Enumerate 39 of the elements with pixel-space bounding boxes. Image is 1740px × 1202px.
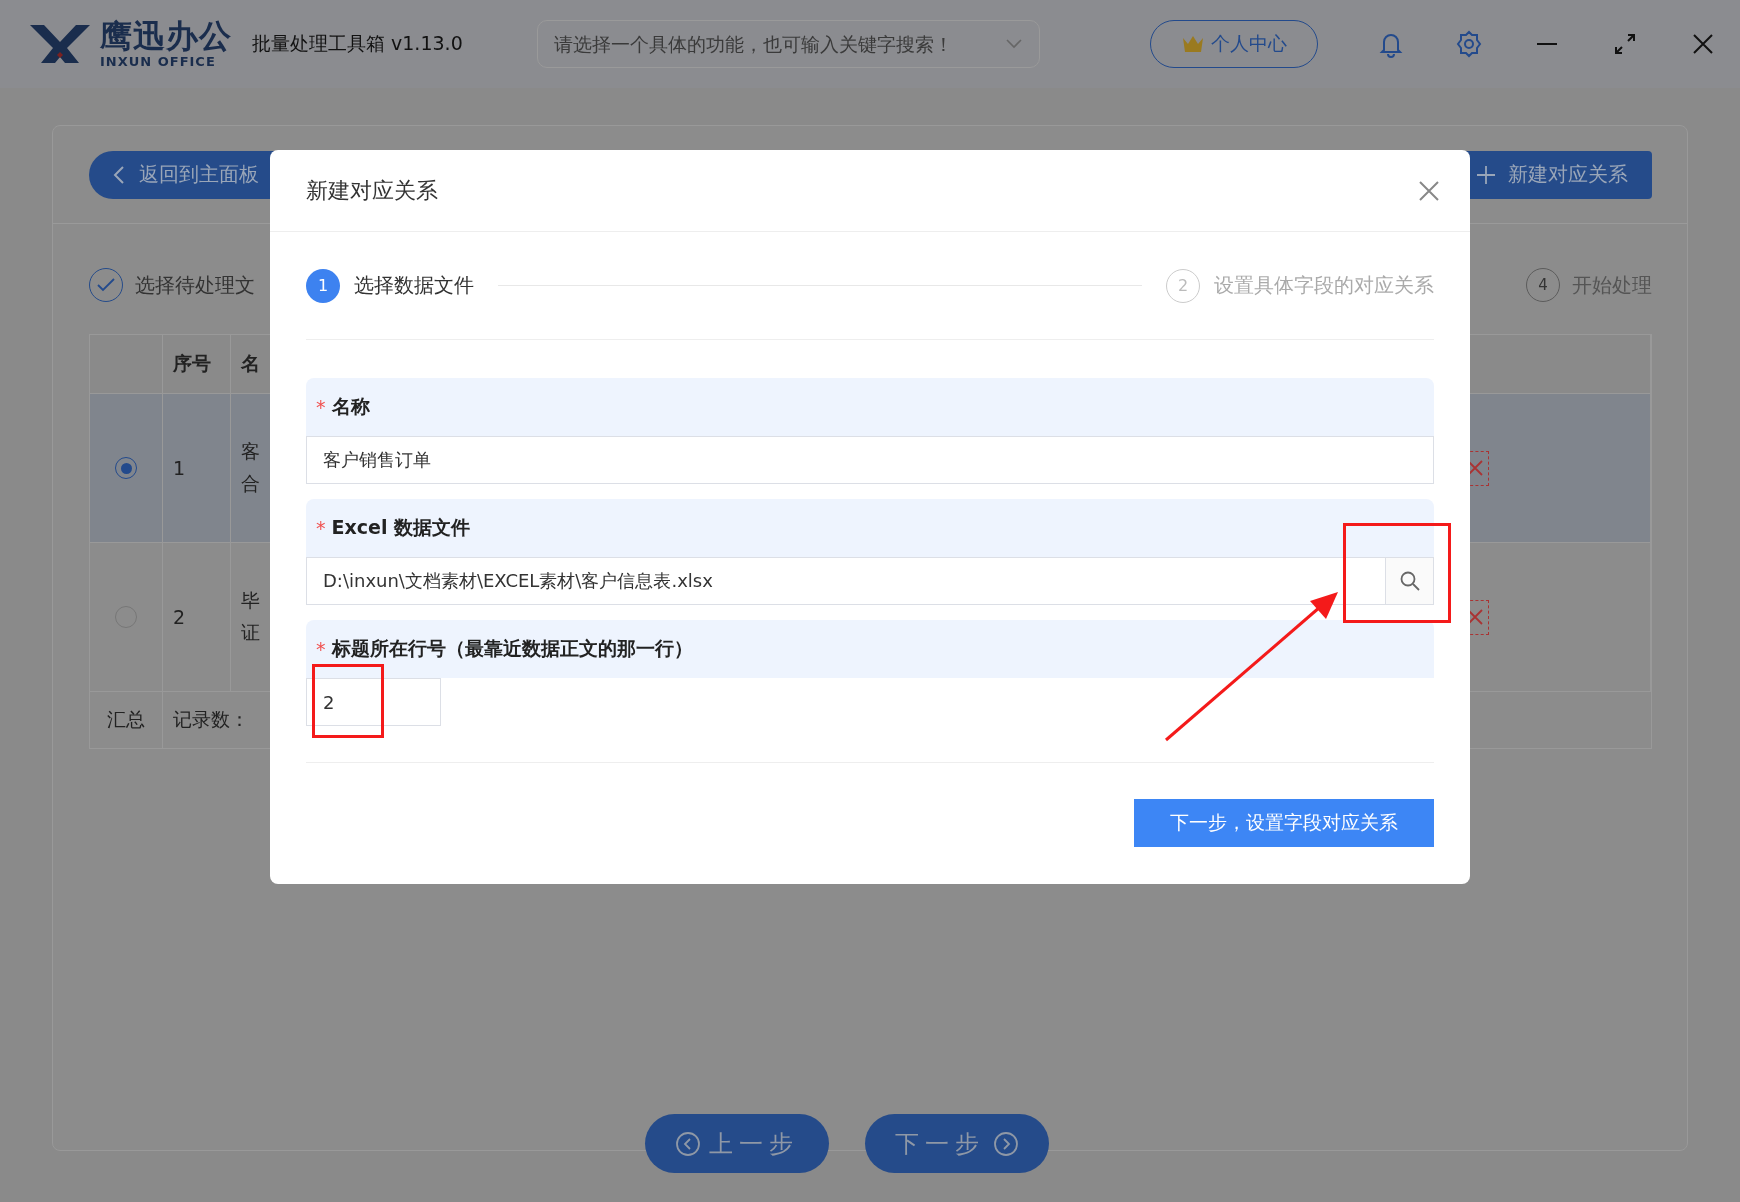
step-label: 设置具体字段的对应关系: [1214, 272, 1434, 299]
chevron-left-icon: [113, 164, 125, 185]
search-button[interactable]: [1385, 557, 1434, 605]
table-cell-text: 合: [241, 471, 260, 496]
table-cell-text: 毕: [241, 588, 260, 613]
required-mark: *: [316, 517, 326, 539]
step-number: 1: [306, 268, 340, 303]
step-label: 选择数据文件: [354, 272, 474, 299]
table-cell: 1: [173, 457, 186, 479]
text-field[interactable]: 客户销售订单: [306, 436, 1434, 484]
search-icon: [1398, 570, 1421, 592]
next-button[interactable]: 下一步: [865, 1114, 1049, 1173]
column-header: 序号: [173, 351, 211, 376]
logo-subtitle: INXUN OFFICE: [100, 55, 217, 68]
number-field[interactable]: 2: [306, 678, 441, 726]
close-icon[interactable]: [1418, 179, 1440, 202]
table-cell: 2: [173, 606, 186, 628]
logo-title: 鹰迅办公: [100, 20, 232, 52]
summary-label: 汇总: [107, 707, 145, 732]
search-field[interactable]: 请选择一个具体的功能，也可输入关键字搜索！: [536, 20, 1040, 68]
crown-icon: [1181, 34, 1205, 54]
file-path-field[interactable]: D:\inxun\文档素材\EXCEL素材\客户信息表.xlsx: [306, 557, 1385, 605]
record-count: 记录数：: [173, 707, 249, 732]
required-mark: *: [316, 396, 326, 418]
step-label: 选择待处理文: [135, 271, 255, 299]
table-cell-text: 证: [241, 620, 260, 645]
column-header: 名: [241, 351, 260, 376]
field-label: 标题所在行号（最靠近数据正文的那一行）: [331, 636, 693, 661]
app-name: 批量处理工具箱 v1.13.0: [252, 31, 463, 56]
circle-left-icon: [675, 1130, 701, 1157]
table-cell-text: 客: [241, 439, 260, 464]
settings-icon[interactable]: [1454, 29, 1484, 59]
field-label: Excel 数据文件: [331, 515, 470, 540]
previous-button[interactable]: 上一步: [645, 1114, 829, 1173]
field-label: 名称: [331, 394, 370, 419]
required-mark: *: [316, 638, 326, 660]
circle-right-icon: [993, 1130, 1019, 1157]
next-step-button[interactable]: 下一步，设置字段对应关系: [1134, 799, 1434, 847]
plus-icon: [1476, 164, 1496, 185]
